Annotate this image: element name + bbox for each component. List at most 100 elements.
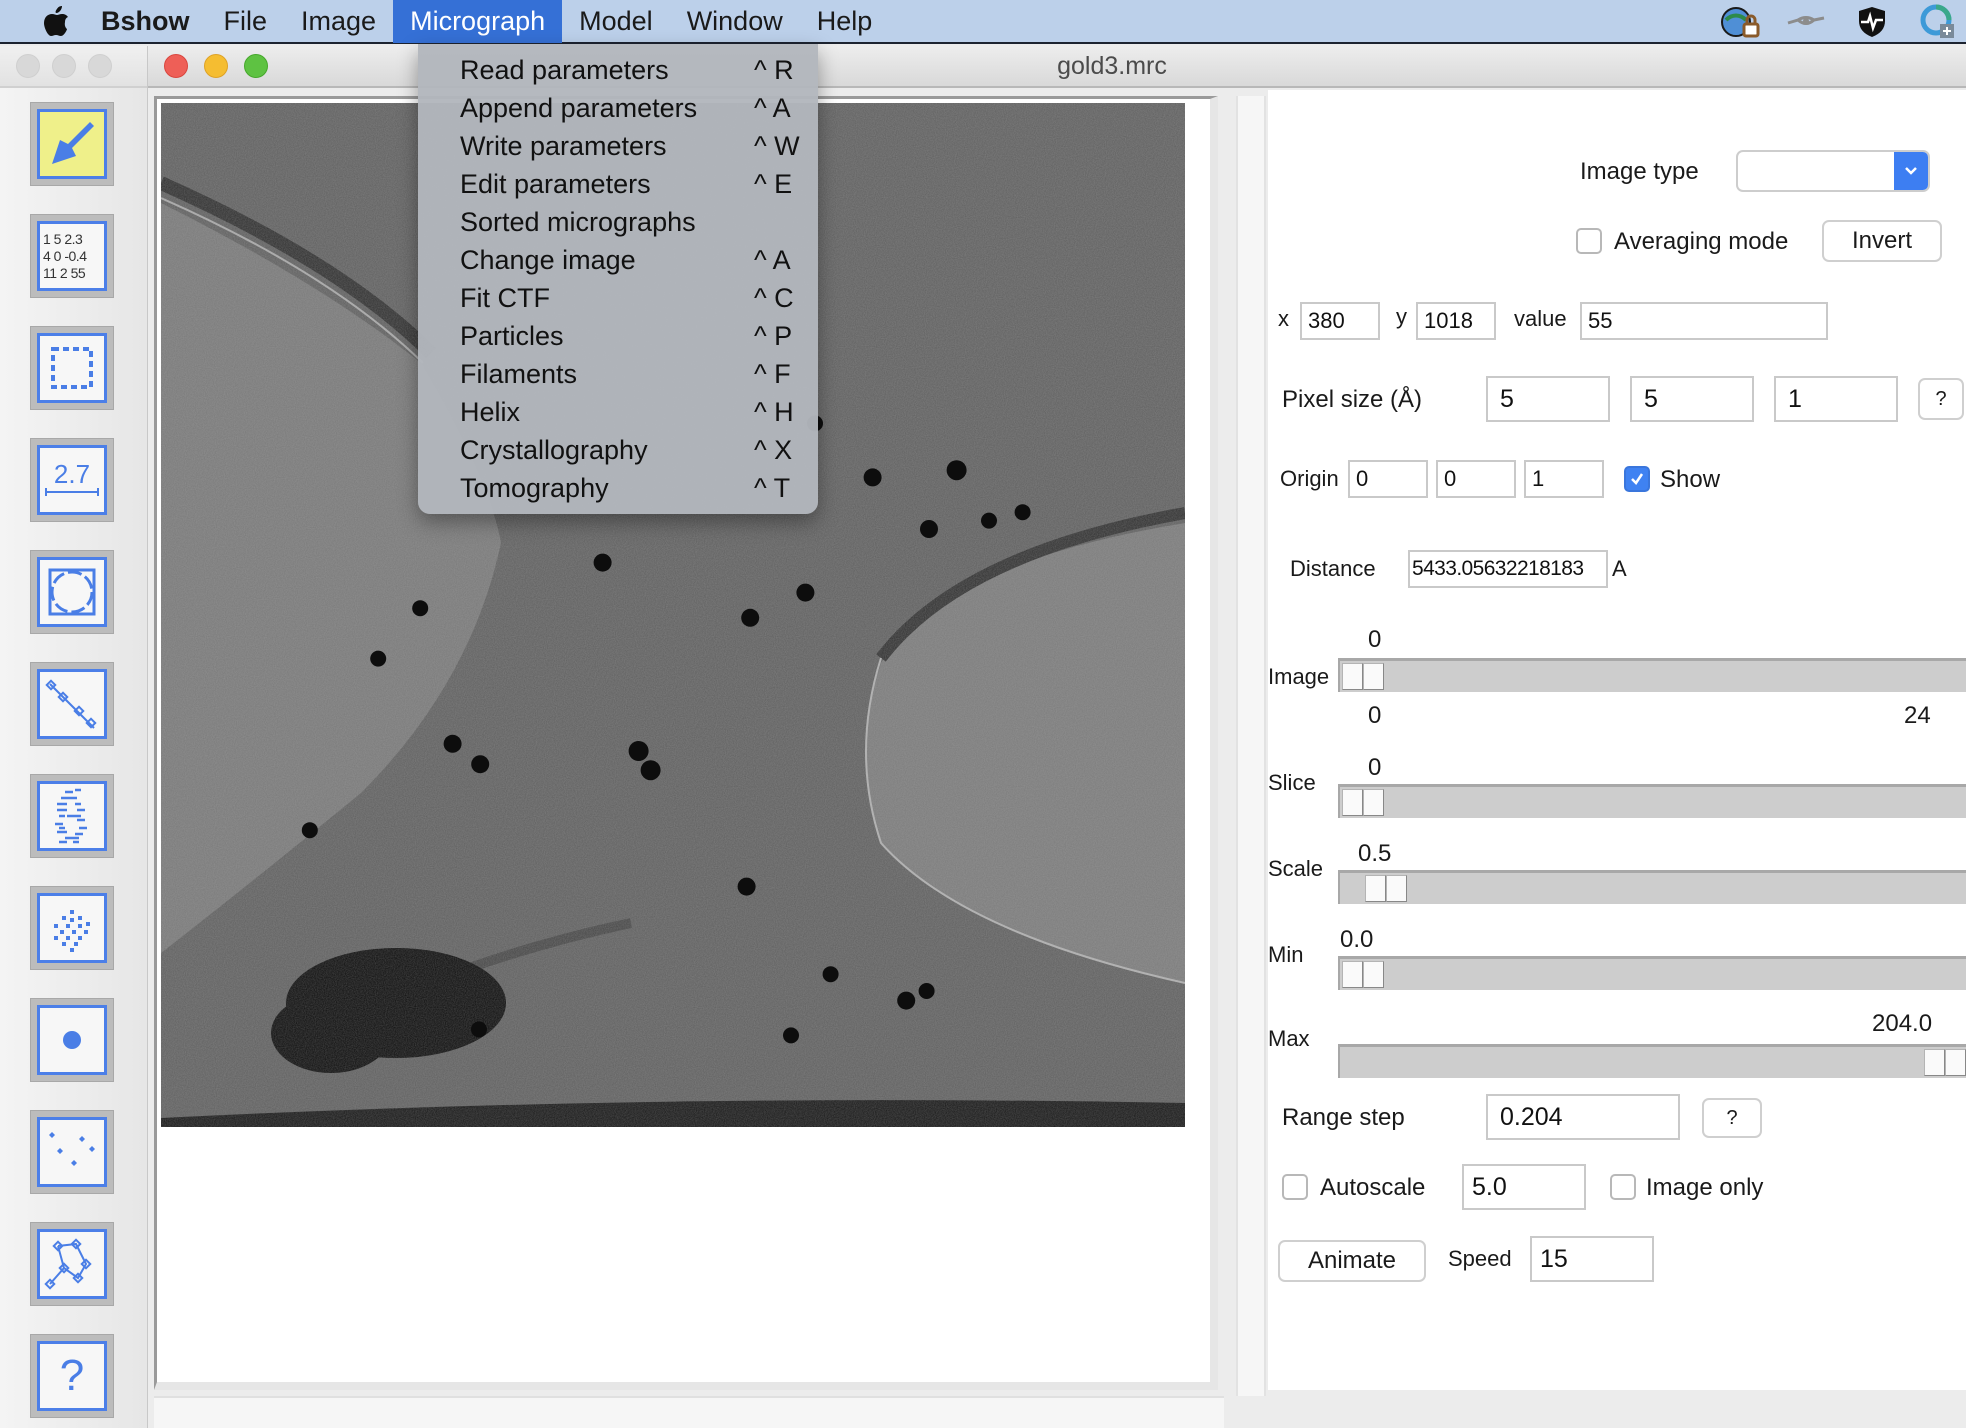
origin-x-field[interactable]: 0: [1348, 460, 1428, 498]
gold-particle: [897, 991, 916, 1010]
image-only-label: Image only: [1646, 1174, 1764, 1201]
helix-tool[interactable]: [30, 774, 114, 858]
pixel-size-y-field[interactable]: 5: [1630, 376, 1754, 422]
scale-slider[interactable]: [1338, 870, 1966, 904]
animate-button[interactable]: Animate: [1278, 1240, 1426, 1282]
control-panel: Image type Averaging mode Invert x 380 y…: [1268, 90, 1966, 1390]
menu-item-tomography[interactable]: Tomography ^ T: [418, 469, 818, 507]
min-slider[interactable]: [1338, 956, 1966, 990]
box-select-tool[interactable]: [30, 326, 114, 410]
lattice-dots-icon: [54, 910, 90, 952]
shield-pulse-icon[interactable]: [1850, 2, 1894, 42]
close-button[interactable]: [164, 54, 188, 78]
speed-field[interactable]: 15: [1530, 1236, 1654, 1282]
menu-item-shortcut: ^ R: [754, 54, 794, 85]
markers-tool[interactable]: [30, 1110, 114, 1194]
gold-particle: [863, 468, 882, 487]
slider-thumb[interactable]: [1924, 1049, 1966, 1076]
apple-menu[interactable]: [28, 0, 84, 43]
gold-particle: [741, 608, 760, 627]
origin-z-field[interactable]: 1: [1524, 460, 1604, 498]
x-field[interactable]: 380: [1300, 302, 1380, 340]
graph-network-icon: [44, 1238, 92, 1290]
menu-item-sorted-micrographs[interactable]: Sorted micrographs: [418, 203, 818, 241]
image-type-select[interactable]: [1736, 150, 1930, 192]
menu-item-label: Sorted micrographs: [460, 206, 696, 237]
distance-unit: A: [1612, 556, 1627, 581]
slider-thumb[interactable]: [1342, 961, 1384, 988]
averaging-mode-checkbox[interactable]: [1576, 228, 1602, 254]
panel-divider[interactable]: [1236, 96, 1266, 1396]
tool-zoom-button[interactable]: [88, 54, 112, 78]
menu-model[interactable]: Model: [562, 0, 670, 43]
pixel-size-z-field[interactable]: 1: [1774, 376, 1898, 422]
min-slider-value: 0.0: [1340, 926, 1374, 953]
menu-item-filaments[interactable]: Filaments ^ F: [418, 355, 818, 393]
autoscale-checkbox[interactable]: [1282, 1174, 1308, 1200]
autoscale-field[interactable]: 5.0: [1462, 1164, 1586, 1210]
max-slider[interactable]: [1338, 1044, 1966, 1078]
menu-item-edit-parameters[interactable]: Edit parameters ^ E: [418, 165, 818, 203]
pixel-size-help-button[interactable]: ?: [1918, 378, 1964, 420]
menu-help[interactable]: Help: [800, 0, 890, 43]
menu-item-append-parameters[interactable]: Append parameters ^ A: [418, 89, 818, 127]
image-slider-max: 24: [1904, 702, 1931, 729]
menu-file[interactable]: File: [207, 0, 285, 43]
slider-thumb[interactable]: [1342, 789, 1384, 816]
menu-item-read-parameters[interactable]: Read parameters ^ R: [418, 51, 818, 89]
y-field[interactable]: 1018: [1416, 302, 1496, 340]
measure-tool[interactable]: 2.7: [30, 438, 114, 522]
menu-item-crystallography[interactable]: Crystallography ^ X: [418, 431, 818, 469]
gold-particle: [920, 520, 938, 538]
lattice-tool[interactable]: [30, 886, 114, 970]
menu-item-label: Fit CTF: [460, 282, 550, 313]
origin-y-field[interactable]: 0: [1436, 460, 1516, 498]
sync-plus-icon[interactable]: [1916, 2, 1960, 42]
measure-label: 2.7: [53, 459, 91, 489]
menu-item-write-parameters[interactable]: Write parameters ^ W: [418, 127, 818, 165]
menu-window[interactable]: Window: [670, 0, 800, 43]
eye-icon[interactable]: [1784, 2, 1828, 42]
circle-tool[interactable]: [30, 550, 114, 634]
tool-close-button[interactable]: [16, 54, 40, 78]
tool-minimize-button[interactable]: [52, 54, 76, 78]
pixel-size-x-field[interactable]: 5: [1486, 376, 1610, 422]
value-field[interactable]: 55: [1580, 302, 1828, 340]
slider-thumb[interactable]: [1342, 663, 1384, 690]
values-tool[interactable]: 1 5 2.3 4 0 -0.4 11 2 55: [30, 214, 114, 298]
help-tool[interactable]: ?: [30, 1334, 114, 1418]
tool-palette-window: 1 5 2.3 4 0 -0.4 11 2 55 2.7 ?: [0, 46, 148, 1428]
image-slider[interactable]: [1338, 658, 1966, 692]
globe-lock-icon[interactable]: [1718, 2, 1762, 42]
menu-item-helix[interactable]: Helix ^ H: [418, 393, 818, 431]
menu-item-particles[interactable]: Particles ^ P: [418, 317, 818, 355]
menu-item-shortcut: ^ H: [754, 396, 794, 427]
menu-item-shortcut: ^ X: [754, 434, 793, 465]
model-tool[interactable]: [30, 1222, 114, 1306]
slider-thumb[interactable]: [1365, 875, 1408, 902]
menu-image[interactable]: Image: [284, 0, 393, 43]
menu-item-change-image[interactable]: Change image ^ A: [418, 241, 818, 279]
apple-icon: [44, 6, 68, 36]
range-step-field[interactable]: 0.204: [1486, 1094, 1680, 1140]
pointer-tool[interactable]: [30, 102, 114, 186]
slice-slider[interactable]: [1338, 784, 1966, 818]
max-slider-value: 204.0: [1872, 1010, 1933, 1037]
zoom-button[interactable]: [244, 54, 268, 78]
menu-micrograph[interactable]: Micrograph: [393, 0, 563, 43]
minimize-button[interactable]: [204, 54, 228, 78]
number-grid-icon: 1 5 2.3 4 0 -0.4 11 2 55: [37, 221, 107, 291]
image-only-checkbox[interactable]: [1610, 1174, 1636, 1200]
distance-field[interactable]: 5433.05632218183: [1408, 550, 1608, 588]
gold-particle: [918, 983, 935, 999]
menu-item-fit-ctf[interactable]: Fit CTF ^ C: [418, 279, 818, 317]
origin-label: Origin: [1280, 466, 1339, 491]
particle-tool[interactable]: [30, 998, 114, 1082]
menu-app-bshow[interactable]: Bshow: [84, 0, 207, 43]
invert-button[interactable]: Invert: [1822, 220, 1942, 262]
range-step-help-button[interactable]: ?: [1702, 1098, 1762, 1138]
filament-tool[interactable]: [30, 662, 114, 746]
horizontal-scroll-area[interactable]: [154, 1396, 1224, 1428]
show-origin-checkbox[interactable]: [1624, 466, 1650, 492]
gold-particle: [593, 553, 612, 572]
